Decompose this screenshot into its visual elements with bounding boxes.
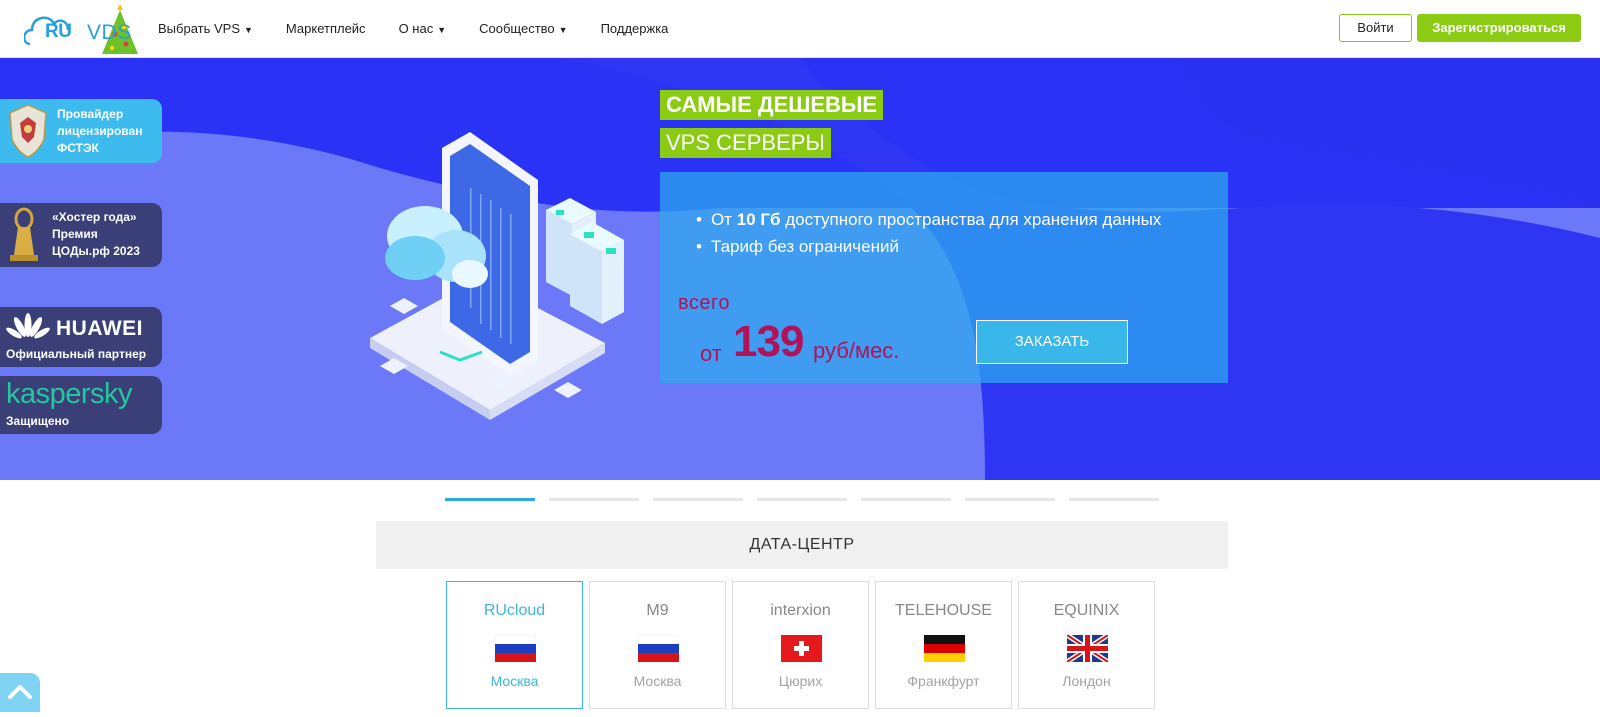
feature-storage-pre: От: [710, 210, 737, 229]
datacenter-logo: EQUINIX: [1053, 602, 1120, 619]
headline-vps-servers: VPS СЕРВЕРЫ: [660, 128, 831, 158]
logo-ru-text: RU: [45, 21, 72, 42]
scroll-to-top-button[interactable]: [0, 673, 40, 712]
datacenter-card-m9[interactable]: M9 Москва: [589, 581, 726, 709]
ruvds-logo[interactable]: RU VDS: [23, 4, 146, 56]
germany-flag-icon: [924, 635, 965, 662]
nav-label: Маркетплейс: [285, 21, 366, 36]
price-value: 139: [733, 317, 804, 366]
badge-fstek-text: Провайдер лицензирован ФСТЭК: [57, 107, 143, 155]
slider-pagination: [445, 498, 1173, 501]
main-nav: Выбрать VPS ▼ Маркетплейс О нас ▼ Сообщест…: [158, 21, 701, 36]
server-stack-icon: [546, 198, 624, 324]
datacenter-logo: RUcloud: [483, 602, 546, 619]
feature-storage: От 10 Гб доступного пространства для хра…: [696, 206, 1161, 233]
badge-kaspersky[interactable]: kaspersky Защищено: [0, 376, 162, 434]
kaspersky-protected-text: Защищено: [6, 414, 70, 428]
phone-cloud-server-illustration: [370, 132, 624, 420]
kaspersky-wordmark: kaspersky: [6, 378, 133, 410]
login-button[interactable]: Войти: [1339, 14, 1412, 42]
switzerland-flag-icon: [781, 635, 822, 662]
datacenter-title: ДАТА-ЦЕНТР: [376, 521, 1228, 569]
datacenter-city: Цюрих: [778, 673, 823, 689]
huawei-partner-text: Официальный партнер: [6, 347, 147, 361]
caret-down-icon: ▼: [558, 25, 568, 35]
nav-support[interactable]: Поддержка: [601, 21, 669, 36]
slider-dot[interactable]: [965, 498, 1055, 501]
datacenter-logo: M9: [646, 602, 669, 619]
datacenter-city: Франкфурт: [907, 673, 980, 689]
slider-dot[interactable]: [445, 498, 535, 501]
nav-choose-vps[interactable]: Выбрать VPS ▼: [158, 21, 253, 36]
order-button[interactable]: ЗАКАЗАТЬ: [976, 320, 1128, 364]
uk-flag-icon: [1067, 635, 1108, 662]
slider-dot[interactable]: [757, 498, 847, 501]
datacenter-card-rucloud[interactable]: RUcloud Москва: [446, 581, 583, 709]
caret-down-icon: ▼: [437, 25, 447, 35]
feature-storage-amount: 10 Гб: [736, 210, 781, 229]
nav-label: Сообщество: [479, 21, 555, 36]
award-statue-icon: [10, 207, 38, 261]
huawei-wordmark: HUAWEI: [56, 317, 143, 340]
datacenter-city: Лондон: [1062, 673, 1111, 689]
datacenter-city: Москва: [633, 673, 682, 689]
headline-cheapest: САМЫЕ ДЕШЕВЫЕ: [660, 90, 884, 120]
russia-flag-icon: [495, 635, 536, 662]
datacenter-list: RUcloud Москва M9 Москва interxion Цюрих…: [446, 581, 1161, 709]
nav-about[interactable]: О нас ▼: [399, 21, 447, 36]
feature-unlimited: Тариф без ограничений: [696, 233, 1161, 260]
datacenter-card-telehouse[interactable]: TELEHOUSE Франкфурт: [875, 581, 1012, 709]
nav-label: О нас: [398, 21, 434, 36]
badge-fstek[interactable]: Провайдер лицензирован ФСТЭК: [0, 99, 162, 163]
feature-storage-post: доступного пространства для хранения дан…: [780, 210, 1162, 229]
slider-dot[interactable]: [653, 498, 743, 501]
russia-flag-icon: [638, 635, 679, 662]
scroll-up-icon: [8, 685, 32, 699]
datacenter-logo: TELEHOUSE: [895, 602, 992, 619]
badge-huawei[interactable]: HUAWEI Официальный партнер: [0, 307, 162, 367]
badge-hoster-text: «Хостер года» Премия ЦОДы.рф 2023: [52, 210, 140, 258]
datacenter-card-interxion[interactable]: interxion Цюрих: [732, 581, 869, 709]
slider-dot[interactable]: [549, 498, 639, 501]
nav-marketplace[interactable]: Маркетплейс: [286, 21, 366, 36]
datacenter-city: Москва: [490, 673, 539, 689]
huawei-petal-icon: [6, 313, 50, 339]
datacenter-card-equinix[interactable]: EQUINIX Лондон: [1018, 581, 1155, 709]
price-unit: руб/мес.: [813, 338, 900, 363]
price-label: всего: [678, 292, 731, 314]
logo-vds-text: VDS: [87, 21, 132, 44]
nav-label: Поддержка: [600, 21, 669, 36]
feature-list: От 10 Гб доступного пространства для хра…: [696, 206, 1161, 260]
register-button[interactable]: Зарегистрироваться: [1417, 14, 1581, 42]
nav-community[interactable]: Сообщество ▼: [479, 21, 567, 36]
hero-banner[interactable]: Провайдер лицензирован ФСТЭК «Хостер год…: [0, 58, 1600, 480]
site-header: RU VDS Выбрать VPS ▼ Маркетплейс О нас ▼ С…: [0, 0, 1600, 58]
slider-dot[interactable]: [861, 498, 951, 501]
slider-dot[interactable]: [1069, 498, 1159, 501]
badge-hoster-of-year[interactable]: «Хостер года» Премия ЦОДы.рф 2023: [0, 203, 162, 267]
datacenter-logo: interxion: [770, 602, 831, 619]
price-from: от: [700, 341, 722, 366]
nav-label: Выбрать VPS: [158, 21, 240, 36]
fstek-emblem-icon: [9, 104, 47, 158]
caret-down-icon: ▼: [244, 25, 253, 35]
offer-panel: От 10 Гб доступного пространства для хра…: [660, 172, 1228, 383]
